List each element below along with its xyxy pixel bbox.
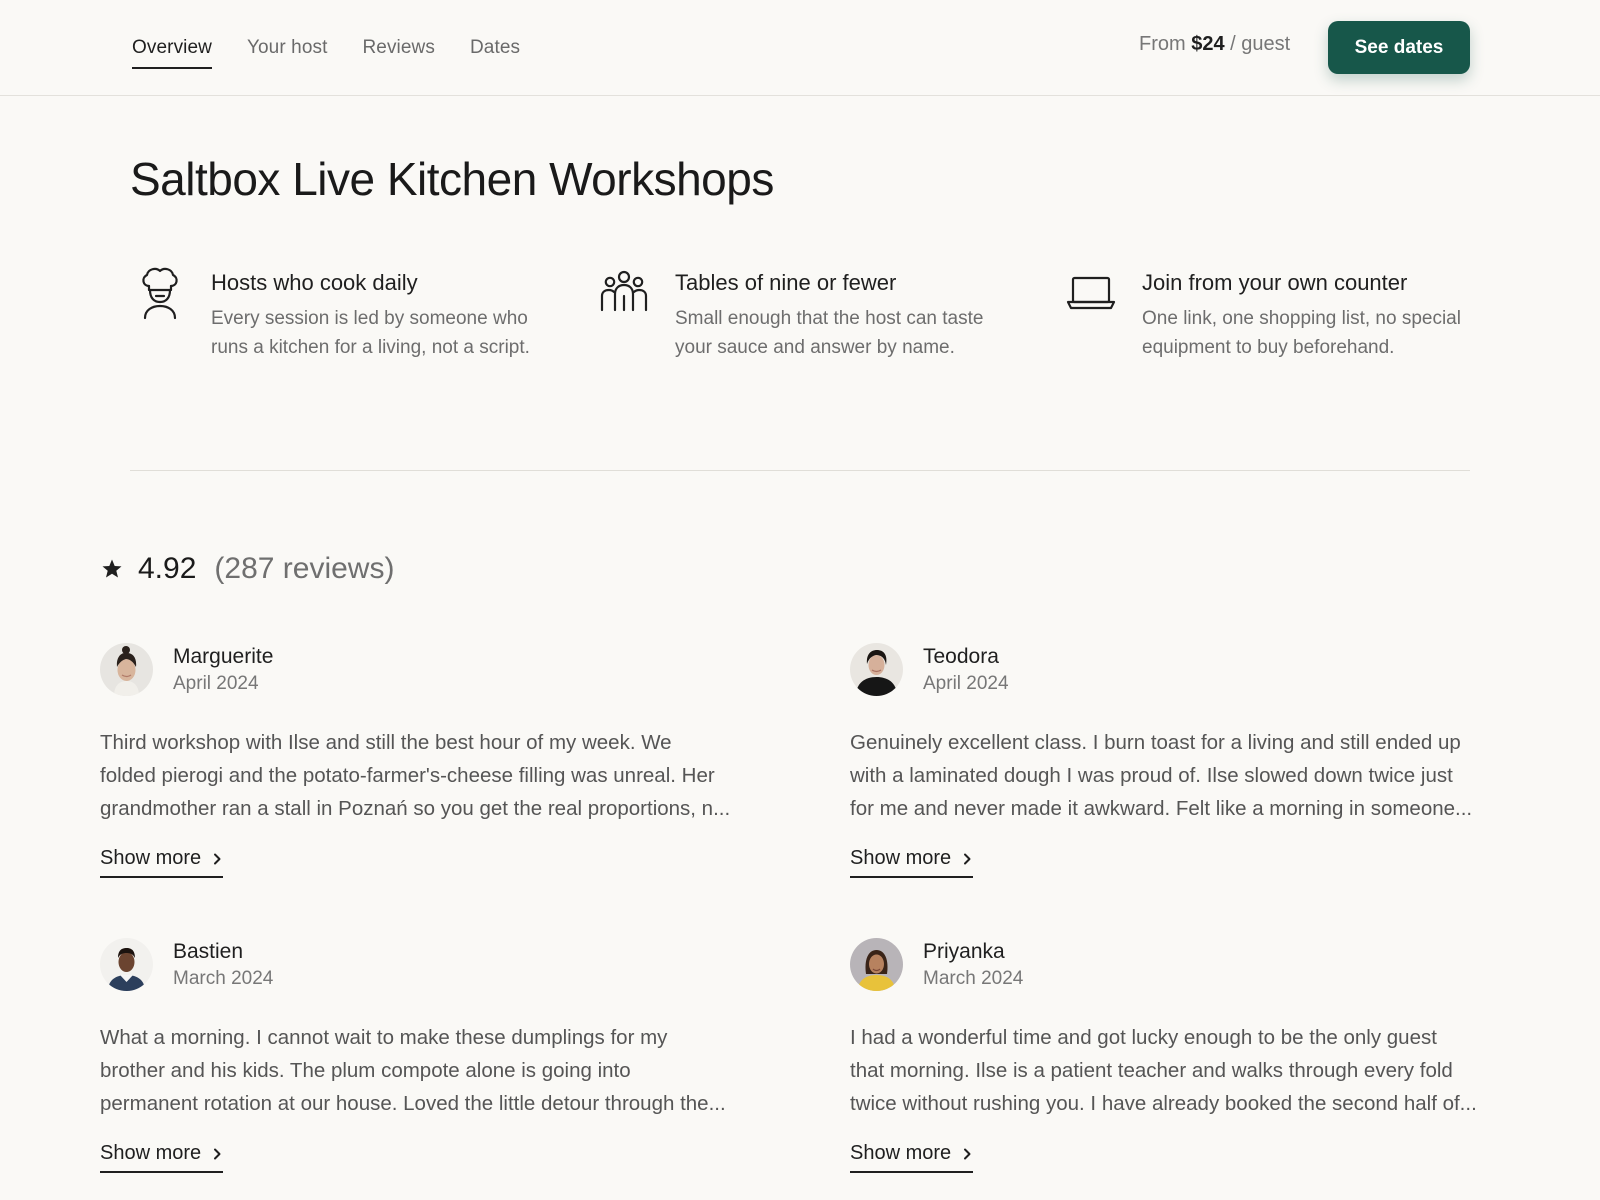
tab-your-host[interactable]: Your host <box>247 31 327 65</box>
price-summary: From $24 / guest <box>1139 33 1290 56</box>
section-divider <box>130 470 1470 471</box>
star-icon <box>102 559 122 578</box>
review-line: twice without rushing you. I have alread… <box>850 1092 1477 1115</box>
review-text: Third workshop with Ilse and still the b… <box>100 726 760 825</box>
review-line: What a morning. I cannot wait to make th… <box>100 1026 668 1049</box>
review-card: Bastien March 2024 What a morning. I can… <box>100 938 760 1173</box>
review-date: April 2024 <box>923 672 1009 694</box>
review-text: I had a wonderful time and got lucky eno… <box>850 1021 1510 1120</box>
review-line: for me and never made it awkward. Felt l… <box>850 797 1473 820</box>
rating-summary: 4.92 (287 reviews) <box>100 552 394 586</box>
review-card: Teodora April 2024 Genuinely excellent c… <box>850 643 1510 878</box>
reviewer-name: Marguerite <box>173 644 274 668</box>
review-line: I had a wonderful time and got lucky eno… <box>850 1026 1437 1049</box>
avatar <box>850 643 903 696</box>
review-text: Genuinely excellent class. I burn toast … <box>850 726 1510 825</box>
feature-title: Hosts who cook daily <box>211 270 418 295</box>
feature-description: Every session is led by someone who runs… <box>211 308 530 358</box>
reviewer-name: Priyanka <box>923 939 1005 963</box>
review-header: Teodora April 2024 <box>850 643 1510 696</box>
feature-join: Join from your own counter One link, one… <box>1066 266 1502 362</box>
review-line: folded pierogi and the potato-farmer's-c… <box>100 764 715 787</box>
rating-score: 4.92 <box>138 552 197 585</box>
tab-overview[interactable]: Overview <box>132 31 212 69</box>
review-header: Bastien March 2024 <box>100 938 760 991</box>
show-more-label: Show more <box>100 847 202 869</box>
feature-description: Small enough that the host can taste you… <box>675 308 984 358</box>
chevron-right-icon <box>964 1148 971 1159</box>
feature-title: Tables of nine or fewer <box>675 270 897 295</box>
feature-hosts: Hosts who cook daily Every session is le… <box>135 266 551 362</box>
laptop-icon <box>1066 276 1116 310</box>
tab-reviews[interactable]: Reviews <box>362 31 435 65</box>
review-count: (287 reviews) <box>214 552 395 585</box>
show-more-link[interactable]: Show more <box>100 847 224 878</box>
feature-title: Join from your own counter <box>1142 270 1408 295</box>
review-line: brother and his kids. The plum compote a… <box>100 1059 631 1082</box>
tab-dates[interactable]: Dates <box>470 31 520 65</box>
chef-hat-icon <box>142 267 178 320</box>
review-date: March 2024 <box>173 967 274 989</box>
chevron-right-icon <box>964 853 971 864</box>
show-more-label: Show more <box>850 1142 952 1164</box>
price-suffix: / guest <box>1230 33 1291 55</box>
top-nav-bar: Overview Your host Reviews Dates From $2… <box>0 0 1600 96</box>
review-line: with a laminated dough I was proud of. I… <box>850 764 1453 787</box>
review-card: Marguerite April 2024 Third workshop wit… <box>100 643 760 878</box>
chevron-right-icon <box>214 1148 221 1159</box>
review-line: Third workshop with Ilse and still the b… <box>100 731 672 754</box>
review-date: April 2024 <box>173 672 259 694</box>
price-prefix: From <box>1139 33 1186 55</box>
show-more-link[interactable]: Show more <box>100 1142 224 1173</box>
review-line: grandmother ran a stall in Poznań so you… <box>100 797 731 820</box>
avatar <box>100 643 153 696</box>
reviewer-name: Teodora <box>923 644 999 668</box>
avatar <box>100 938 153 991</box>
review-header: Marguerite April 2024 <box>100 643 760 696</box>
review-line: permanent rotation at our house. Loved t… <box>100 1092 726 1115</box>
feature-tables: Tables of nine or fewer Small enough tha… <box>599 266 1015 362</box>
show-more-link[interactable]: Show more <box>850 1142 974 1173</box>
show-more-link[interactable]: Show more <box>850 847 974 878</box>
see-dates-button[interactable]: See dates <box>1328 21 1470 74</box>
group-icon <box>600 270 648 312</box>
review-line: that morning. Ilse is a patient teacher … <box>850 1059 1453 1082</box>
chevron-right-icon <box>214 853 221 864</box>
review-line: Genuinely excellent class. I burn toast … <box>850 731 1461 754</box>
price-amount: $24 <box>1191 33 1225 55</box>
page-title: Saltbox Live Kitchen Workshops <box>130 153 774 205</box>
show-more-label: Show more <box>850 847 952 869</box>
section-tabs: Overview Your host Reviews Dates <box>132 0 520 96</box>
feature-description: One link, one shopping list, no special … <box>1142 308 1461 358</box>
review-text: What a morning. I cannot wait to make th… <box>100 1021 760 1120</box>
avatar <box>850 938 903 991</box>
review-card: Priyanka March 2024 I had a wonderful ti… <box>850 938 1510 1173</box>
show-more-label: Show more <box>100 1142 202 1164</box>
reviewer-name: Bastien <box>173 939 244 963</box>
review-date: March 2024 <box>923 967 1024 989</box>
review-header: Priyanka March 2024 <box>850 938 1510 991</box>
